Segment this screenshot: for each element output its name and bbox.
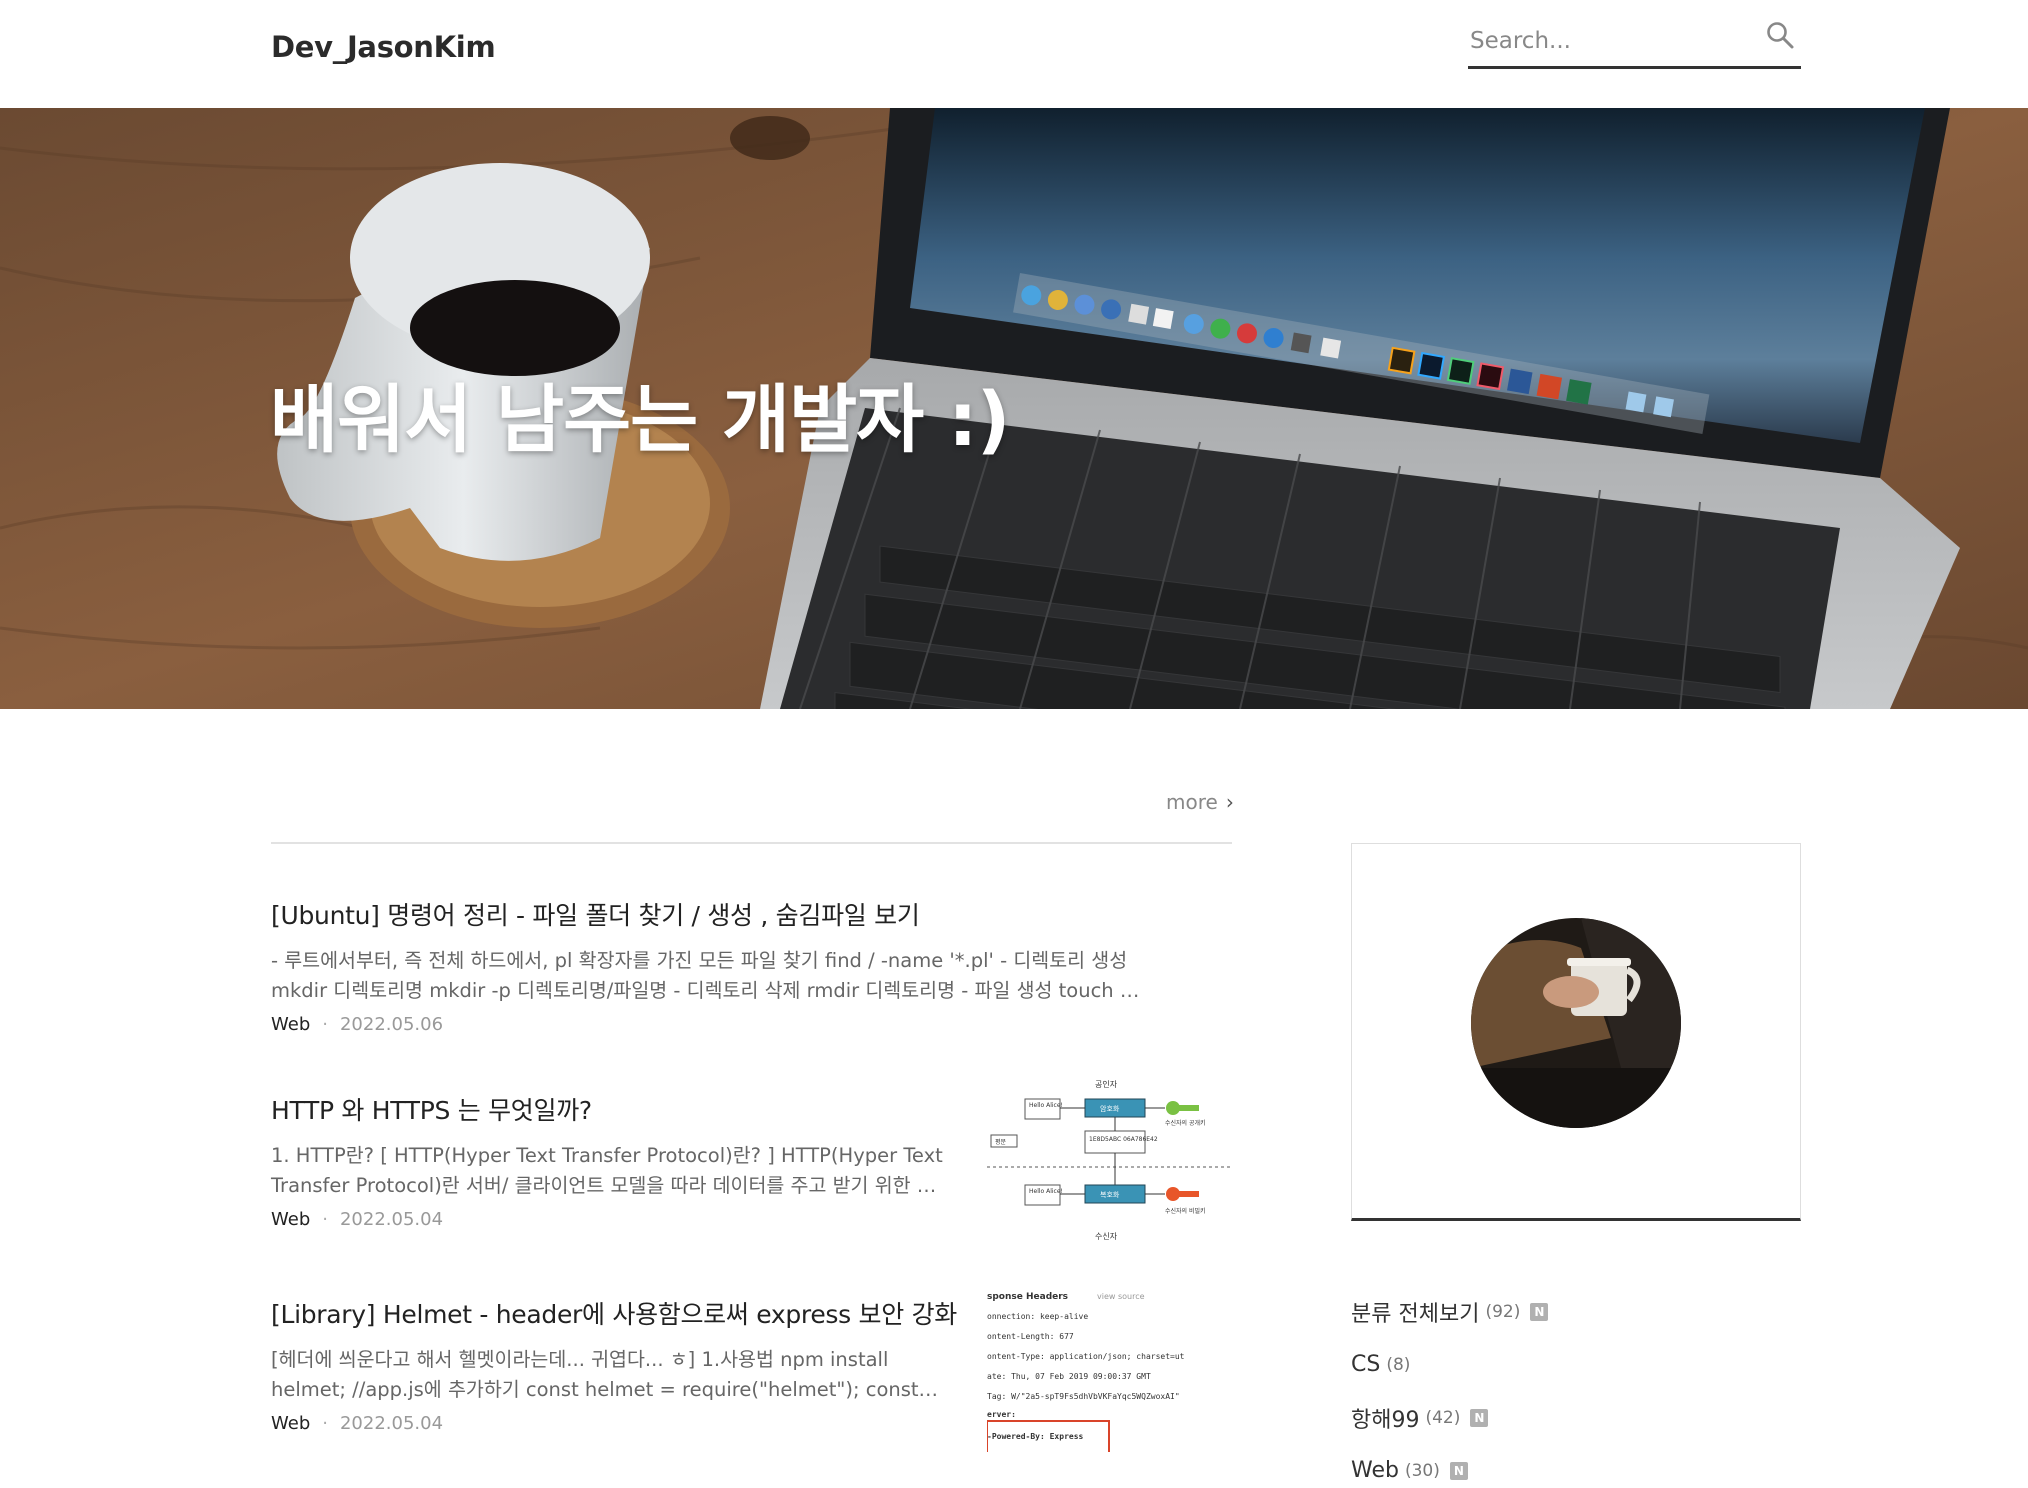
avatar[interactable] (1471, 918, 1681, 1128)
svg-text:Tag: W/"2a5-spT9Fs5dhVbVKFaYqc: Tag: W/"2a5-spT9Fs5dhVbVKFaYqc5WQZwoxAI" (987, 1392, 1180, 1401)
category-count: (30) (1404, 1460, 1440, 1481)
svg-text:Hello Alice!: Hello Alice! (1029, 1102, 1063, 1109)
encryption-diagram-image: 공인자 Hello Alice! 암호화 수신자의 공개키 1E8D5ABC 0… (987, 1079, 1232, 1241)
section-divider (271, 842, 1232, 844)
svg-text:-Powered-By: Express: -Powered-By: Express (987, 1432, 1084, 1441)
post-item[interactable]: HTTP 와 HTTPS 는 무엇일까? 1. HTTP란? [ HTTP(Hy… (271, 1077, 1232, 1242)
category-count: (42) (1425, 1407, 1461, 1428)
response-headers-image: sponse Headers view source onnection: ke… (987, 1292, 1185, 1452)
post-category[interactable]: Web (271, 1014, 310, 1035)
post-excerpt: [헤더에 씌운다고 해서 헬멧이라는데... 귀엽다... ㅎ] 1.사용법 n… (271, 1348, 939, 1401)
more-label: more (1166, 790, 1218, 814)
profile-photo (1471, 918, 1681, 1128)
category-label[interactable]: Web (1351, 1458, 1399, 1483)
meta-separator: · (322, 1209, 328, 1230)
svg-text:ontent-Type: application/json;: ontent-Type: application/json; charset=u… (987, 1352, 1185, 1361)
new-badge: N (1530, 1302, 1549, 1321)
post-date: 2022.05.06 (339, 1014, 444, 1035)
svg-text:1E8D5ABC 06A786E42: 1E8D5ABC 06A786E42 (1089, 1136, 1158, 1143)
chevron-right-icon: › (1225, 790, 1234, 814)
hero-title: 배워서 남주는 개발자 :) (270, 377, 1010, 463)
blog-title[interactable]: Dev_JasonKim (271, 30, 496, 64)
post-date: 2022.05.04 (339, 1209, 444, 1230)
category-count: (8) (1386, 1354, 1411, 1375)
post-meta: Web · 2022.05.06 (271, 1014, 1232, 1035)
post-category[interactable]: Web (271, 1413, 310, 1434)
svg-text:공인자: 공인자 (1095, 1079, 1118, 1089)
post-thumbnail[interactable]: 공인자 Hello Alice! 암호화 수신자의 공개키 1E8D5ABC 0… (987, 1077, 1232, 1242)
post-date: 2022.05.04 (339, 1413, 444, 1434)
category-item-all[interactable]: 분류 전체보기 (92) N (1351, 1285, 1549, 1338)
category-label[interactable]: 분류 전체보기 (1351, 1296, 1479, 1328)
svg-text:복호화: 복호화 (1100, 1191, 1120, 1199)
search-bar (1468, 14, 1801, 69)
search-input[interactable] (1470, 24, 1750, 58)
svg-text:암호화: 암호화 (1100, 1105, 1120, 1113)
svg-text:수신자의 공개키: 수신자의 공개키 (1165, 1119, 1206, 1127)
site-header: Dev_JasonKim (0, 0, 2028, 108)
post-thumbnail[interactable]: sponse Headers view source onnection: ke… (987, 1287, 1232, 1452)
svg-text:erver:: erver: (987, 1410, 1016, 1419)
category-count: (92) (1485, 1301, 1521, 1322)
meta-separator: · (322, 1014, 328, 1035)
svg-text:view source: view source (1097, 1292, 1145, 1301)
svg-text:평문: 평문 (995, 1138, 1007, 1146)
post-excerpt: 1. HTTP란? [ HTTP(Hyper Text Transfer Pro… (271, 1144, 943, 1197)
new-badge: N (1470, 1408, 1489, 1427)
meta-separator: · (322, 1413, 328, 1434)
new-badge: N (1449, 1461, 1468, 1480)
post-excerpt: - 루트에서부터, 즉 전체 하드에서, pl 확장자를 가진 모든 파일 찾기… (271, 949, 1140, 1002)
profile-card (1351, 843, 1801, 1221)
category-label[interactable]: CS (1351, 1352, 1380, 1377)
svg-text:수신자: 수신자 (1095, 1232, 1118, 1241)
svg-text:수신자의 비밀키: 수신자의 비밀키 (1165, 1207, 1206, 1215)
category-label[interactable]: 항해99 (1351, 1402, 1419, 1434)
post-item[interactable]: [Ubuntu] 명령어 정리 - 파일 폴더 찾기 / 생성 , 숨김파일 보… (271, 896, 1232, 1035)
svg-text:onnection: keep-alive: onnection: keep-alive (987, 1312, 1088, 1321)
category-item-cs[interactable]: CS (8) (1351, 1338, 1548, 1391)
svg-text:Hello Alice!: Hello Alice! (1029, 1188, 1063, 1195)
svg-text:sponse Headers: sponse Headers (987, 1292, 1068, 1302)
category-list: 분류 전체보기 (92) N CS (8) 항해99 (42) N Web (3… (1351, 1285, 1549, 1488)
category-item-hanghae99[interactable]: 항해99 (42) N (1351, 1391, 1548, 1444)
hero-banner: 배워서 남주는 개발자 :) (0, 108, 2028, 709)
category-item-web[interactable]: Web (30) N (1351, 1444, 1548, 1488)
more-link[interactable]: more › (1166, 790, 1234, 814)
post-category[interactable]: Web (271, 1209, 310, 1230)
post-title[interactable]: [Ubuntu] 명령어 정리 - 파일 폴더 찾기 / 생성 , 숨김파일 보… (271, 896, 1232, 932)
svg-text:ate: Thu, 07 Feb 2019 09:00:37: ate: Thu, 07 Feb 2019 09:00:37 GMT (987, 1372, 1151, 1381)
search-icon[interactable] (1765, 20, 1795, 50)
svg-text:ontent-Length: 677: ontent-Length: 677 (987, 1332, 1074, 1341)
post-item[interactable]: [Library] Helmet - header에 사용함으로써 expres… (271, 1287, 1232, 1452)
